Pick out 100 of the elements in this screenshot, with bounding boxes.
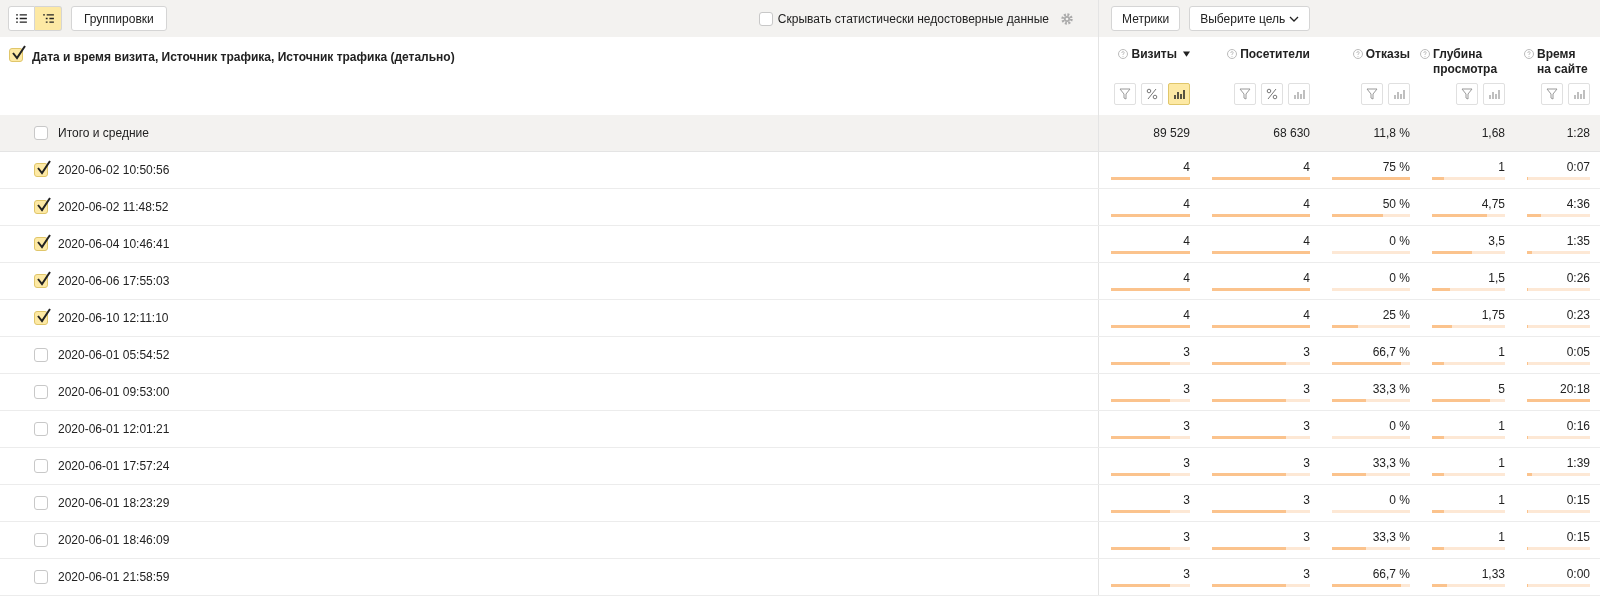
filter-button[interactable]	[1114, 83, 1136, 105]
settings-icon[interactable]	[1060, 11, 1074, 26]
sort-desc-icon[interactable]	[1183, 51, 1190, 57]
table-cell: 4	[1303, 271, 1310, 285]
row-label: 2020-06-06 17:55:03	[58, 273, 170, 290]
filter-button[interactable]	[1234, 83, 1256, 105]
checkbox[interactable]	[34, 385, 48, 399]
checkbox[interactable]	[758, 11, 773, 26]
checkbox[interactable]	[9, 48, 23, 62]
table-cell: 3	[1303, 493, 1310, 507]
checkbox[interactable]	[34, 163, 48, 177]
row-label: 2020-06-01 09:53:00	[58, 384, 170, 401]
checkbox[interactable]	[34, 348, 48, 362]
table-cell: 4	[1183, 271, 1190, 285]
percent-button[interactable]	[1261, 83, 1283, 105]
checkbox[interactable]	[34, 237, 48, 251]
metrics-button[interactable]: Метрики	[1111, 6, 1181, 31]
column-header[interactable]: Посетители	[1240, 47, 1310, 62]
checkbox[interactable]	[34, 570, 48, 584]
total-value: 89 529	[1153, 125, 1190, 142]
row-label: 2020-06-01 12:01:21	[58, 421, 170, 438]
table-cell: 3	[1303, 456, 1310, 470]
checkbox[interactable]	[34, 533, 48, 547]
table-cell: 3	[1183, 530, 1190, 544]
table-cell: 3	[1303, 567, 1310, 581]
tree-view-button[interactable]	[35, 6, 62, 31]
filter-button[interactable]	[1541, 83, 1563, 105]
total-value: 68 630	[1273, 125, 1310, 142]
table-cell: 4	[1303, 160, 1310, 174]
column-header[interactable]: Отказы	[1365, 47, 1410, 62]
table-cell: 0 %	[1389, 234, 1410, 248]
table-cell: 3	[1303, 382, 1310, 396]
table-cell: 4	[1303, 234, 1310, 248]
table-cell: 0:07	[1566, 160, 1590, 174]
table-cell: 0:16	[1566, 419, 1590, 433]
table-cell: 1	[1498, 530, 1505, 544]
table-cell: 3	[1303, 345, 1310, 359]
table-cell: 5	[1498, 382, 1505, 396]
percent-button[interactable]	[1141, 83, 1163, 105]
bar-chart-icon	[1393, 88, 1405, 100]
checkbox[interactable]	[34, 496, 48, 510]
checkbox[interactable]	[34, 126, 48, 140]
table-cell: 4	[1183, 234, 1190, 248]
row-label: 2020-06-01 21:58:59	[58, 569, 170, 586]
total-value: 1:28	[1566, 125, 1590, 142]
list-icon	[16, 14, 27, 23]
table-cell: 4	[1183, 308, 1190, 322]
table-cell: 1	[1498, 160, 1505, 174]
table-cell: 1,5	[1488, 271, 1505, 285]
bar-chart-icon	[1573, 88, 1585, 100]
table-cell: 0 %	[1389, 271, 1410, 285]
table-cell: 1	[1498, 456, 1505, 470]
table-cell: 3	[1183, 345, 1190, 359]
table-cell: 3	[1183, 567, 1190, 581]
filter-button[interactable]	[1456, 83, 1478, 105]
table-cell: 1	[1498, 493, 1505, 507]
bar-chart-icon	[1173, 88, 1185, 100]
row-label: 2020-06-01 18:23:29	[58, 495, 170, 512]
filter-icon	[1239, 88, 1251, 100]
chevron-down-icon	[1289, 15, 1300, 22]
list-view-button[interactable]	[8, 6, 35, 31]
bar-chart-icon	[1293, 88, 1305, 100]
table-cell: 0:26	[1566, 271, 1590, 285]
table-cell: 75 %	[1382, 160, 1410, 174]
table-cell: 0:15	[1566, 493, 1590, 507]
table-cell: 33,3 %	[1372, 382, 1410, 396]
filter-icon	[1546, 88, 1558, 100]
filter-icon	[1461, 88, 1473, 100]
table-cell: 3	[1183, 493, 1190, 507]
groupings-button[interactable]: Группировки	[71, 6, 167, 31]
table-cell: 1	[1498, 345, 1505, 359]
table-cell: 4,75	[1481, 197, 1505, 211]
total-value: 11,8 %	[1373, 125, 1410, 142]
tree-list-icon	[42, 14, 54, 23]
table-cell: 0:15	[1566, 530, 1590, 544]
row-label: 2020-06-10 12:11:10	[58, 310, 169, 327]
table-cell: 3,5	[1488, 234, 1505, 248]
totals-label: Итого и средние	[58, 125, 149, 142]
goal-select[interactable]: Выберите цель	[1189, 6, 1311, 31]
table-cell: 1:35	[1566, 234, 1590, 248]
table-cell: 1,75	[1481, 308, 1505, 322]
table-cell: 3	[1303, 419, 1310, 433]
checkbox[interactable]	[34, 311, 48, 325]
checkbox[interactable]	[34, 459, 48, 473]
column-header[interactable]: Глубина просмотра	[1433, 47, 1505, 77]
table-cell: 66,7 %	[1372, 567, 1410, 581]
table-cell: 4	[1183, 160, 1190, 174]
table-cell: 20:18	[1559, 382, 1590, 396]
column-header[interactable]: Визиты	[1131, 47, 1177, 62]
table-cell: 3	[1183, 456, 1190, 470]
hide-unreliable-label: Скрывать статистически недостоверные данные	[777, 10, 1049, 28]
column-header[interactable]: Время на сайте	[1537, 47, 1590, 77]
filter-button[interactable]	[1361, 83, 1383, 105]
checkbox[interactable]	[34, 200, 48, 214]
table-cell: 0:00	[1566, 567, 1590, 581]
checkbox[interactable]	[34, 422, 48, 436]
checkbox[interactable]	[34, 274, 48, 288]
table-cell: 0:23	[1566, 308, 1590, 322]
bars-button[interactable]	[1168, 83, 1190, 105]
row-label: 2020-06-01 18:46:09	[58, 532, 170, 549]
